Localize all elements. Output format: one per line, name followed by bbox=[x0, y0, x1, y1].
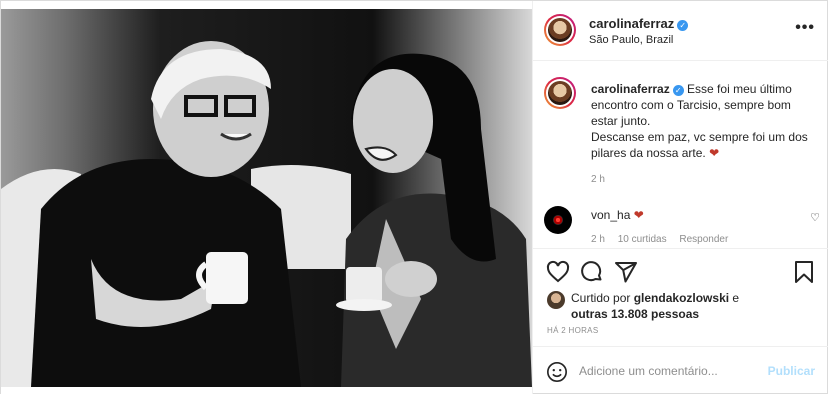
commenter-username[interactable]: von_ha bbox=[591, 208, 630, 222]
post-location[interactable]: São Paulo, Brazil bbox=[589, 34, 673, 46]
red-heart-emoji-icon: ❤ bbox=[633, 208, 644, 222]
caption-line-2: Descanse em paz, vc sempre foi um dos pi… bbox=[591, 130, 808, 160]
likes-text: Curtido por glendakozlowski e outras 13.… bbox=[571, 290, 821, 322]
likes-prefix: Curtido por bbox=[571, 291, 631, 305]
more-icon[interactable]: ••• bbox=[795, 20, 815, 36]
add-comment-bar: Publicar bbox=[533, 346, 828, 394]
post-photo-illustration bbox=[1, 9, 532, 387]
comment-icon[interactable] bbox=[580, 260, 604, 284]
post-timestamp[interactable]: HÁ 2 HORAS bbox=[547, 326, 598, 335]
emoji-icon[interactable] bbox=[546, 361, 568, 383]
comment-text: von_ha ❤ bbox=[591, 208, 644, 222]
comment-likes-count[interactable]: 10 curtidas bbox=[618, 234, 667, 245]
liker-avatar[interactable] bbox=[547, 291, 565, 309]
comment-input[interactable] bbox=[579, 359, 759, 383]
caption-time[interactable]: 2 h bbox=[591, 174, 605, 185]
likes-connector: e bbox=[732, 291, 740, 305]
comment-like-icon[interactable]: ♡ bbox=[810, 211, 820, 224]
post-header: carolinaferraz ✓ São Paulo, Brazil ••• bbox=[533, 1, 828, 61]
liker-username[interactable]: glendakozlowski bbox=[634, 291, 729, 305]
post-side-panel: carolinaferraz ✓ São Paulo, Brazil ••• ca… bbox=[532, 1, 828, 394]
caption-text: carolinaferraz ✓ Esse foi meu último enco… bbox=[591, 81, 816, 161]
likes-section: Curtido por glendakozlowski e outras 13.… bbox=[533, 287, 828, 327]
author-avatar[interactable] bbox=[544, 14, 576, 46]
post-photo-area[interactable] bbox=[1, 1, 532, 394]
reply-button[interactable]: Responder bbox=[679, 234, 728, 245]
red-heart-emoji-icon: ❤ bbox=[709, 146, 720, 160]
verified-icon: ✓ bbox=[677, 20, 689, 31]
post-photo[interactable] bbox=[1, 9, 532, 387]
likes-others[interactable]: outras 13.808 pessoas bbox=[571, 307, 699, 321]
commenter-avatar[interactable] bbox=[544, 206, 572, 234]
caption-username[interactable]: carolinaferraz bbox=[591, 82, 670, 96]
publish-button[interactable]: Publicar bbox=[768, 364, 815, 378]
comment-meta: 2 h 10 curtidas Responder bbox=[591, 234, 738, 245]
share-icon[interactable] bbox=[614, 260, 638, 284]
comment-time[interactable]: 2 h bbox=[591, 234, 605, 245]
author-username-row: carolinaferraz ✓ bbox=[589, 16, 689, 31]
action-bar bbox=[533, 248, 828, 288]
comments-section: carolinaferraz ✓ Esse foi meu último enco… bbox=[533, 61, 828, 248]
verified-icon: ✓ bbox=[672, 85, 684, 96]
bookmark-icon[interactable] bbox=[792, 260, 816, 284]
post-container: carolinaferraz ✓ São Paulo, Brazil ••• ca… bbox=[0, 0, 828, 394]
heart-icon[interactable] bbox=[546, 260, 570, 284]
author-username[interactable]: carolinaferraz bbox=[589, 16, 674, 31]
caption-avatar[interactable] bbox=[544, 77, 576, 109]
